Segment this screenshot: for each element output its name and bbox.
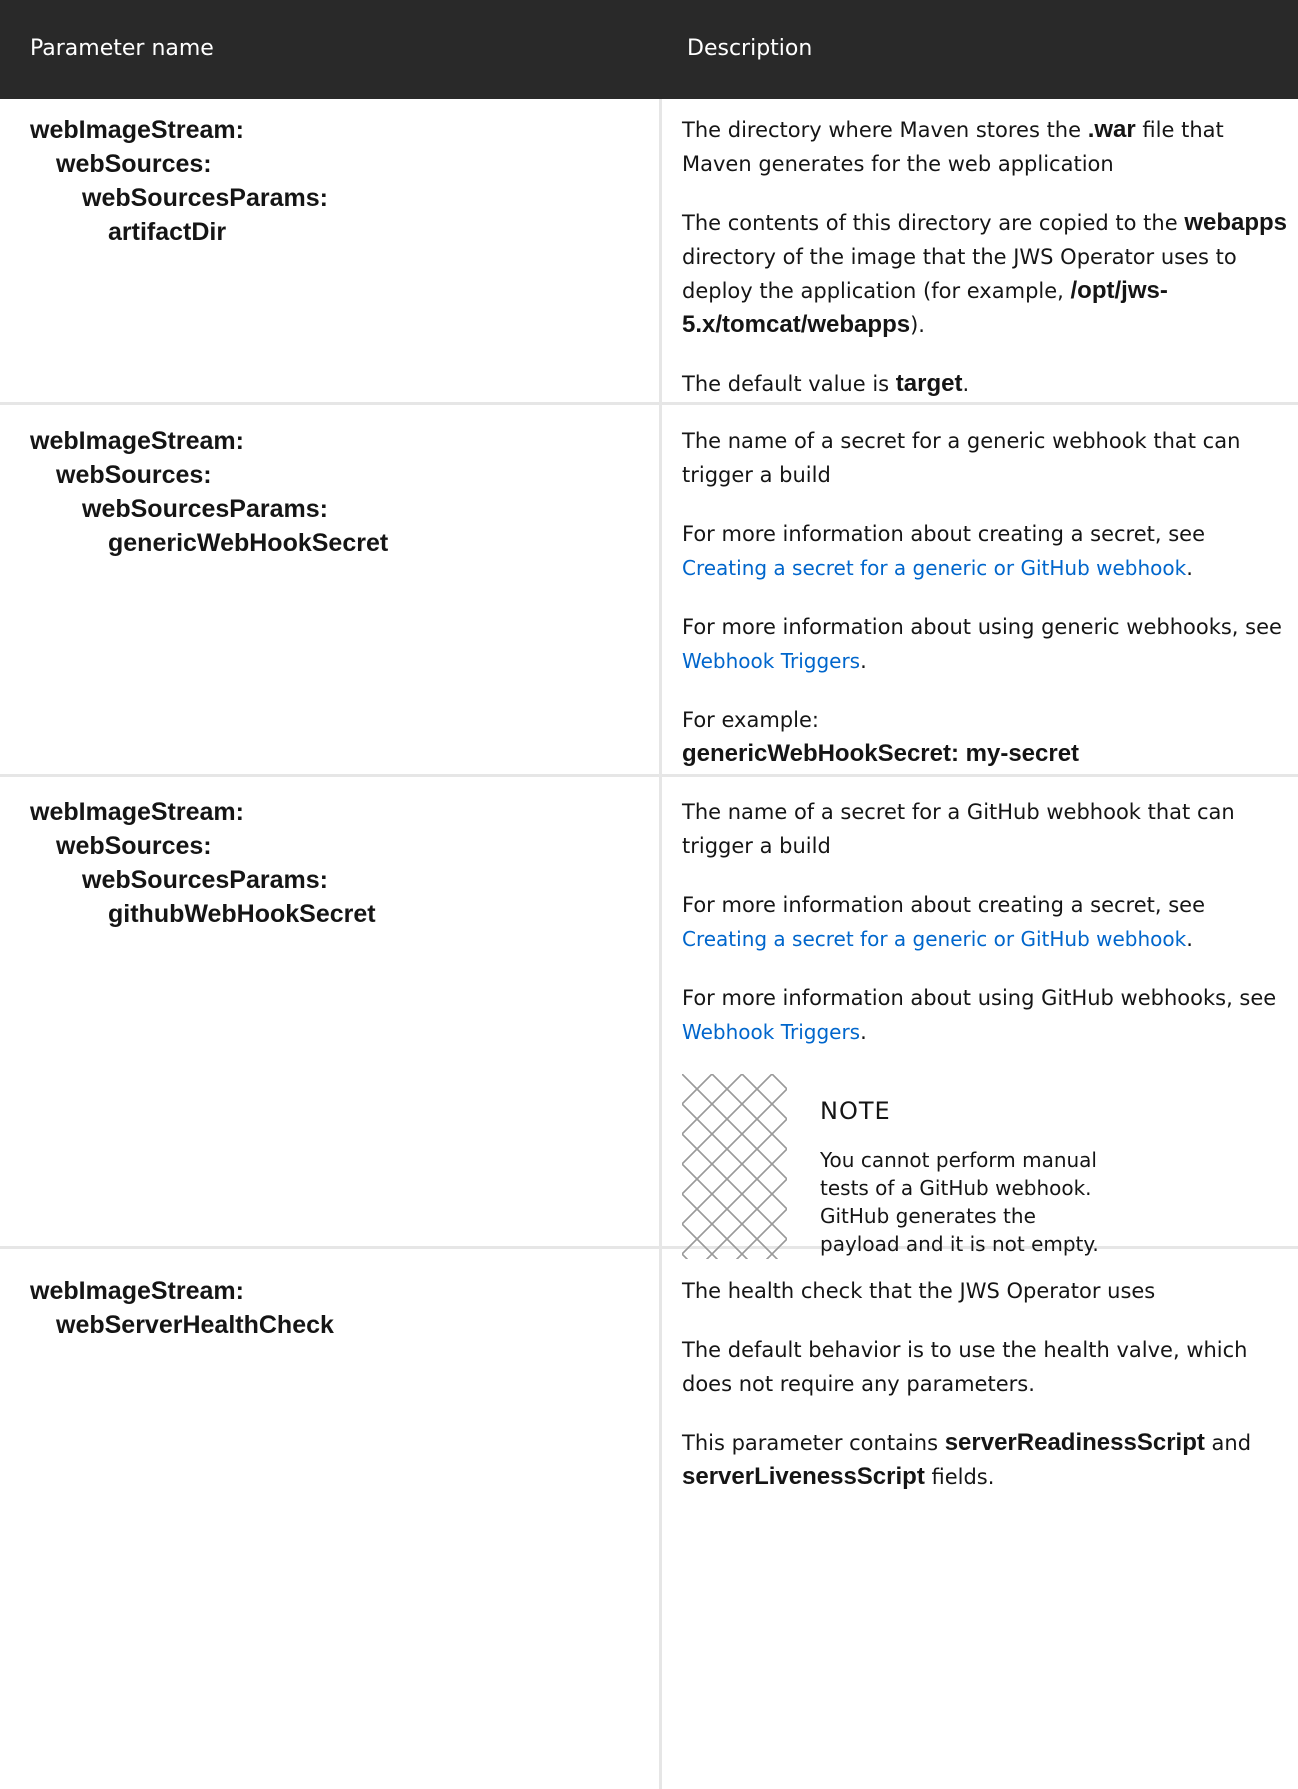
column-divider: [659, 402, 662, 774]
creating-secret-link[interactable]: Creating a secret for a generic or GitHu…: [682, 556, 1186, 580]
example-code: genericWebHookSecret: my-secret: [682, 740, 1080, 767]
note-pattern-icon: [682, 1074, 787, 1259]
table-header: Parameter name Description: [0, 0, 1298, 99]
parameter-description: The name of a secret for a generic webho…: [682, 424, 1292, 796]
parameter-description: The health check that the JWS Operator u…: [682, 1279, 1252, 1490]
column-divider: [659, 774, 662, 1246]
column-divider: [659, 99, 662, 402]
note-admonition: NOTE You cannot perform manual tests of …: [682, 1074, 1292, 1264]
parameter-name: webImageStream: webServerHealthCheck: [30, 1277, 334, 1339]
column-divider: [659, 1246, 662, 1789]
webhook-triggers-link[interactable]: Webhook Triggers: [682, 649, 860, 673]
parameter-description: The directory where Maven stores the .wa…: [682, 116, 1288, 397]
creating-secret-link[interactable]: Creating a secret for a generic or GitHu…: [682, 927, 1186, 951]
note-title: NOTE: [820, 1097, 891, 1125]
webhook-triggers-link[interactable]: Webhook Triggers: [682, 1020, 860, 1044]
parameter-name: webImageStream: webSources: webSourcesPa…: [30, 116, 328, 246]
parameter-description: The name of a secret for a GitHub webhoo…: [682, 795, 1292, 1264]
note-text: You cannot perform manual tests of a Git…: [820, 1148, 1099, 1256]
column-header-parameter-name: Parameter name: [30, 36, 214, 61]
parameter-name: webImageStream: webSources: webSourcesPa…: [30, 427, 389, 557]
column-header-description: Description: [687, 36, 813, 61]
parameter-name: webImageStream: webSources: webSourcesPa…: [30, 798, 376, 928]
